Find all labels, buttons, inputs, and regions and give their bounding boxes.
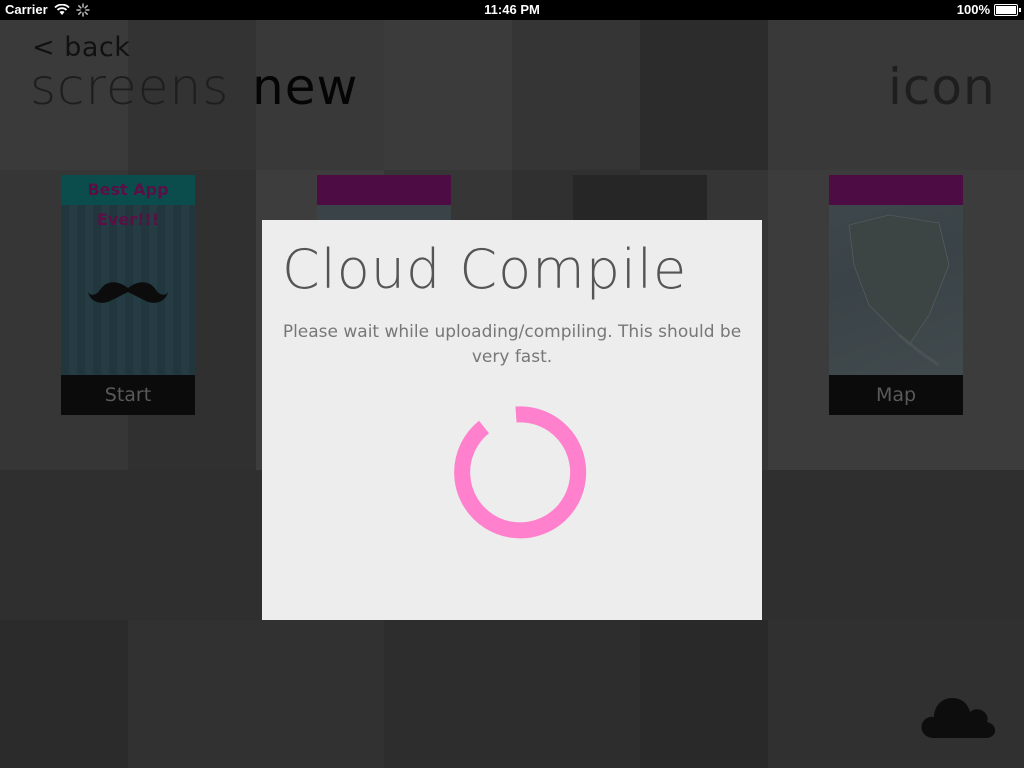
card-banner: Best App Ever!!! [61,175,195,229]
bg-tile [0,620,128,768]
cloud-compile-dialog: Cloud Compile Please wait while uploadin… [262,220,762,620]
mustache-icon [88,282,168,303]
bg-tile [384,20,512,170]
screen-card-map[interactable]: Map [829,175,963,415]
status-time: 11:46 PM [484,2,540,17]
status-right: 100% [956,2,1021,17]
tab-icon[interactable]: icon [888,58,996,116]
map-thumbnail [848,214,950,367]
tab-new[interactable]: new [252,58,358,116]
status-bar: Carrier 11:46 PM 100% [0,0,1024,20]
bg-tile [384,620,640,768]
bg-tile [640,20,768,170]
card-banner [317,175,451,205]
screen-card-label: Start [61,375,195,415]
screen-card-blank[interactable] [573,175,707,220]
battery-percent: 100% [956,2,990,17]
tab-screens[interactable]: screens [30,58,229,116]
loading-spinner-icon [454,406,587,539]
screen-card-label: Map [829,375,963,415]
battery-icon [994,3,1021,16]
dialog-message: Please wait while uploading/compiling. T… [282,322,742,367]
bg-tile [512,20,640,170]
bg-tile [640,620,768,768]
screen-card-start[interactable]: Best App Ever!!! Start [61,175,195,415]
cloud-icon[interactable] [920,690,996,740]
card-banner-text: Best App Ever!!! [87,180,169,229]
bg-tile [128,620,384,768]
card-banner [829,175,963,205]
dialog-title: Cloud Compile [282,238,688,301]
